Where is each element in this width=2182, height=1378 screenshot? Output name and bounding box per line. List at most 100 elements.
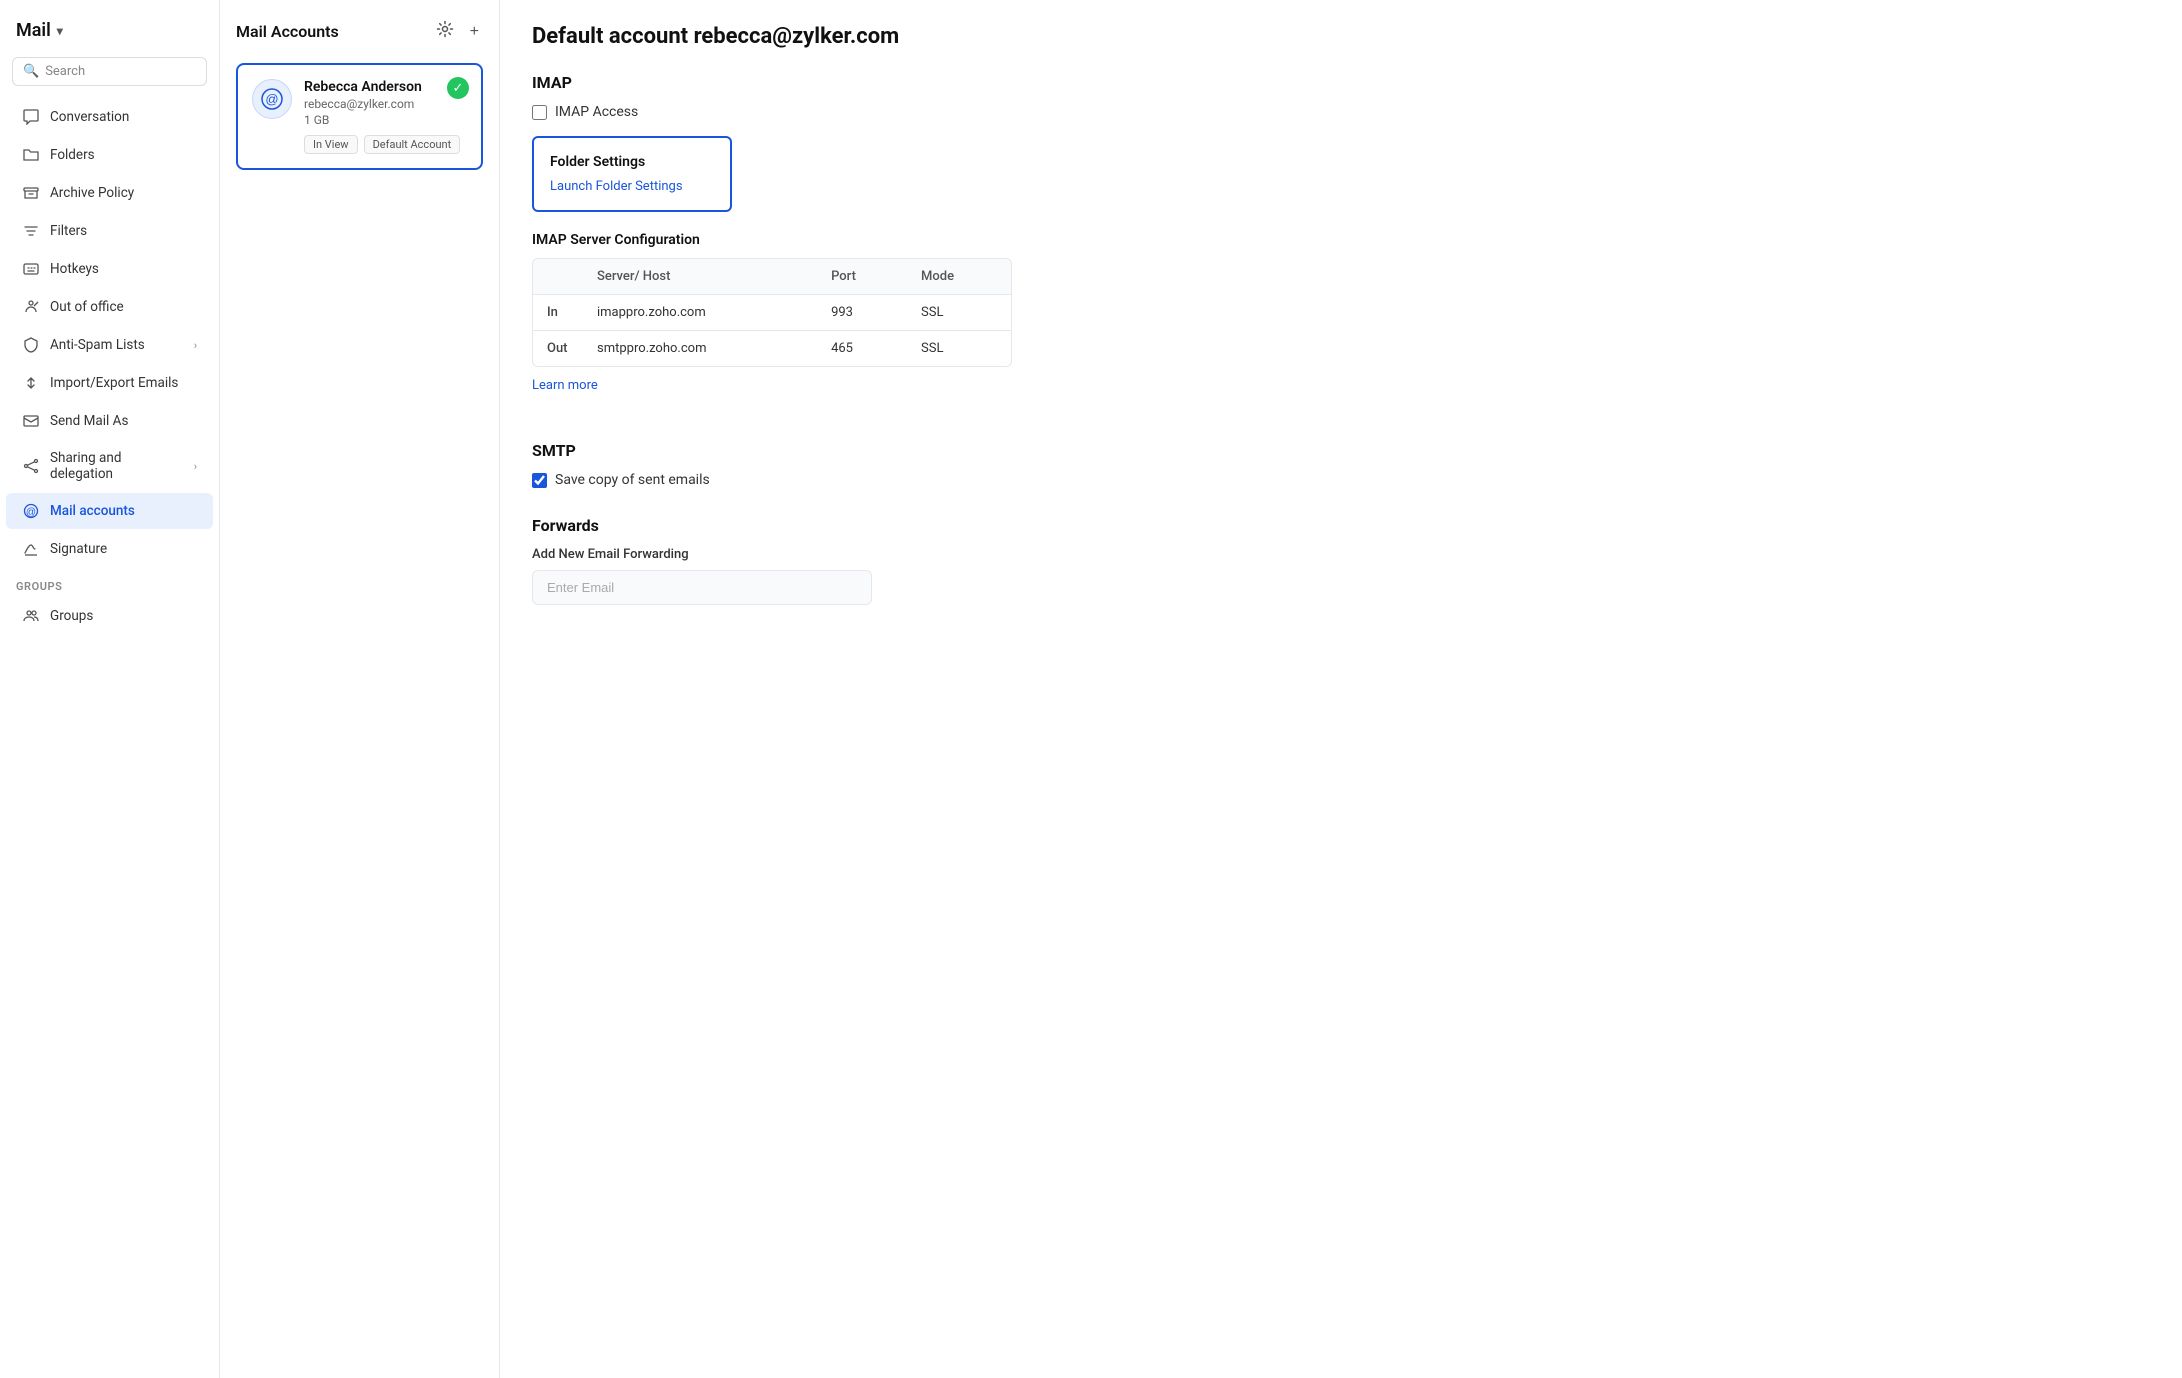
sidebar-item-label: Anti-Spam Lists [50, 337, 145, 353]
sidebar-item-label: Hotkeys [50, 261, 99, 277]
svg-text:@: @ [265, 92, 278, 107]
sidebar-item-label: Import/Export Emails [50, 375, 178, 391]
sidebar-item-out-of-office[interactable]: Out of office [6, 289, 213, 325]
smtp-section-title: SMTP [532, 441, 2150, 460]
archive-policy-icon [22, 184, 40, 202]
send-mail-as-icon [22, 412, 40, 430]
sidebar-item-label: Signature [50, 541, 107, 557]
imap-server-config-title: IMAP Server Configuration [532, 232, 2150, 248]
main-content: Default account rebecca@zylker.com IMAP … [500, 0, 2182, 1378]
sharing-icon [22, 457, 40, 475]
folder-settings-box: Folder Settings Launch Folder Settings [532, 136, 732, 212]
middle-panel: Mail Accounts + @ Rebecca Anderson rebec… [220, 0, 500, 1378]
col-header-port: Port [817, 259, 907, 295]
sidebar-item-send-mail-as[interactable]: Send Mail As [6, 403, 213, 439]
imap-access-row: IMAP Access [532, 104, 2150, 120]
account-tags: In View Default Account [304, 135, 467, 154]
imap-row-out: Out smtppro.zoho.com 465 SSL [533, 331, 1011, 367]
add-account-button[interactable]: + [466, 16, 483, 47]
app-title-chevron: ▾ [57, 24, 63, 38]
signature-icon [22, 540, 40, 558]
mail-accounts-icon: @ [22, 502, 40, 520]
account-email: rebecca@zylker.com [304, 97, 467, 111]
imap-access-checkbox[interactable] [532, 105, 547, 120]
smtp-copy-checkbox[interactable] [532, 473, 547, 488]
account-card[interactable]: @ Rebecca Anderson rebecca@zylker.com 1 … [236, 63, 483, 170]
launch-folder-settings-link[interactable]: Launch Folder Settings [550, 179, 683, 194]
account-name: Rebecca Anderson [304, 79, 467, 95]
forwards-section: Forwards Add New Email Forwarding [532, 516, 2150, 605]
folders-icon [22, 146, 40, 164]
middle-title: Mail Accounts [236, 22, 339, 41]
import-export-icon [22, 374, 40, 392]
imap-section-title: IMAP [532, 73, 2150, 92]
imap-mode-out: SSL [907, 331, 1011, 367]
imap-section: IMAP IMAP Access Folder Settings Launch … [532, 73, 2150, 413]
account-storage: 1 GB [304, 113, 467, 127]
imap-mode-in: SSL [907, 295, 1011, 331]
sidebar-item-conversation[interactable]: Conversation [6, 99, 213, 135]
account-check-icon: ✓ [447, 77, 469, 99]
sidebar-item-label: Conversation [50, 109, 129, 125]
sidebar-item-sharing[interactable]: Sharing and delegation › [6, 441, 213, 491]
sidebar-item-label: Send Mail As [50, 413, 128, 429]
col-header-mode: Mode [907, 259, 1011, 295]
middle-header: Mail Accounts + [236, 16, 483, 47]
filters-icon [22, 222, 40, 240]
svg-text:@: @ [26, 507, 36, 518]
imap-row-in: In imappro.zoho.com 993 SSL [533, 295, 1011, 331]
account-tag-in-view: In View [304, 135, 358, 154]
learn-more-link[interactable]: Learn more [532, 378, 598, 393]
folder-settings-title: Folder Settings [550, 154, 714, 170]
sidebar-item-label: Mail accounts [50, 503, 135, 519]
sidebar-item-hotkeys[interactable]: Hotkeys [6, 251, 213, 287]
sidebar-item-label: Filters [50, 223, 87, 239]
imap-config-table: Server/ Host Port Mode In imappro.zoho.c… [532, 258, 1012, 367]
account-avatar: @ [252, 79, 292, 119]
imap-host-out: smtppro.zoho.com [583, 331, 817, 367]
search-placeholder: Search [45, 64, 85, 79]
settings-button[interactable] [432, 16, 458, 47]
out-of-office-icon [22, 298, 40, 316]
imap-port-in: 993 [817, 295, 907, 331]
sidebar-item-import-export[interactable]: Import/Export Emails [6, 365, 213, 401]
smtp-section: SMTP Save copy of sent emails [532, 441, 2150, 488]
conversation-icon [22, 108, 40, 126]
hotkeys-icon [22, 260, 40, 278]
sidebar-item-filters[interactable]: Filters [6, 213, 213, 249]
sidebar-item-label: Out of office [50, 299, 124, 315]
forwards-title: Forwards [532, 516, 2150, 535]
imap-access-label: IMAP Access [555, 104, 638, 120]
page-title: Default account rebecca@zylker.com [532, 24, 2150, 49]
sidebar-item-archive-policy[interactable]: Archive Policy [6, 175, 213, 211]
middle-actions: + [432, 16, 483, 47]
imap-direction-in: In [533, 295, 583, 331]
account-info: Rebecca Anderson rebecca@zylker.com 1 GB… [304, 79, 467, 154]
sidebar-item-label: Groups [50, 608, 93, 624]
col-header-label [533, 259, 583, 295]
groups-icon [22, 607, 40, 625]
imap-host-in: imappro.zoho.com [583, 295, 817, 331]
account-tag-default: Default Account [364, 135, 461, 154]
imap-port-out: 465 [817, 331, 907, 367]
chevron-right-icon: › [194, 460, 197, 473]
sidebar-item-anti-spam[interactable]: Anti-Spam Lists › [6, 327, 213, 363]
sidebar-item-mail-accounts[interactable]: @ Mail accounts [6, 493, 213, 529]
sidebar: Mail ▾ 🔍 Search Conversation Folders Arc… [0, 0, 220, 1378]
sidebar-item-label: Sharing and delegation [50, 450, 184, 482]
app-title-text: Mail [16, 20, 51, 41]
sidebar-item-groups[interactable]: Groups [6, 598, 213, 634]
sidebar-item-folders[interactable]: Folders [6, 137, 213, 173]
col-header-host: Server/ Host [583, 259, 817, 295]
search-box[interactable]: 🔍 Search [12, 57, 207, 86]
smtp-checkbox-row: Save copy of sent emails [532, 472, 2150, 488]
add-forward-label: Add New Email Forwarding [532, 547, 2150, 562]
chevron-right-icon: › [194, 339, 197, 352]
sidebar-item-label: Folders [50, 147, 95, 163]
sidebar-item-signature[interactable]: Signature [6, 531, 213, 567]
groups-section-label: GROUPS [0, 568, 219, 597]
app-title[interactable]: Mail ▾ [0, 16, 219, 57]
imap-direction-out: Out [533, 331, 583, 367]
forward-email-input[interactable] [532, 570, 872, 605]
anti-spam-icon [22, 336, 40, 354]
